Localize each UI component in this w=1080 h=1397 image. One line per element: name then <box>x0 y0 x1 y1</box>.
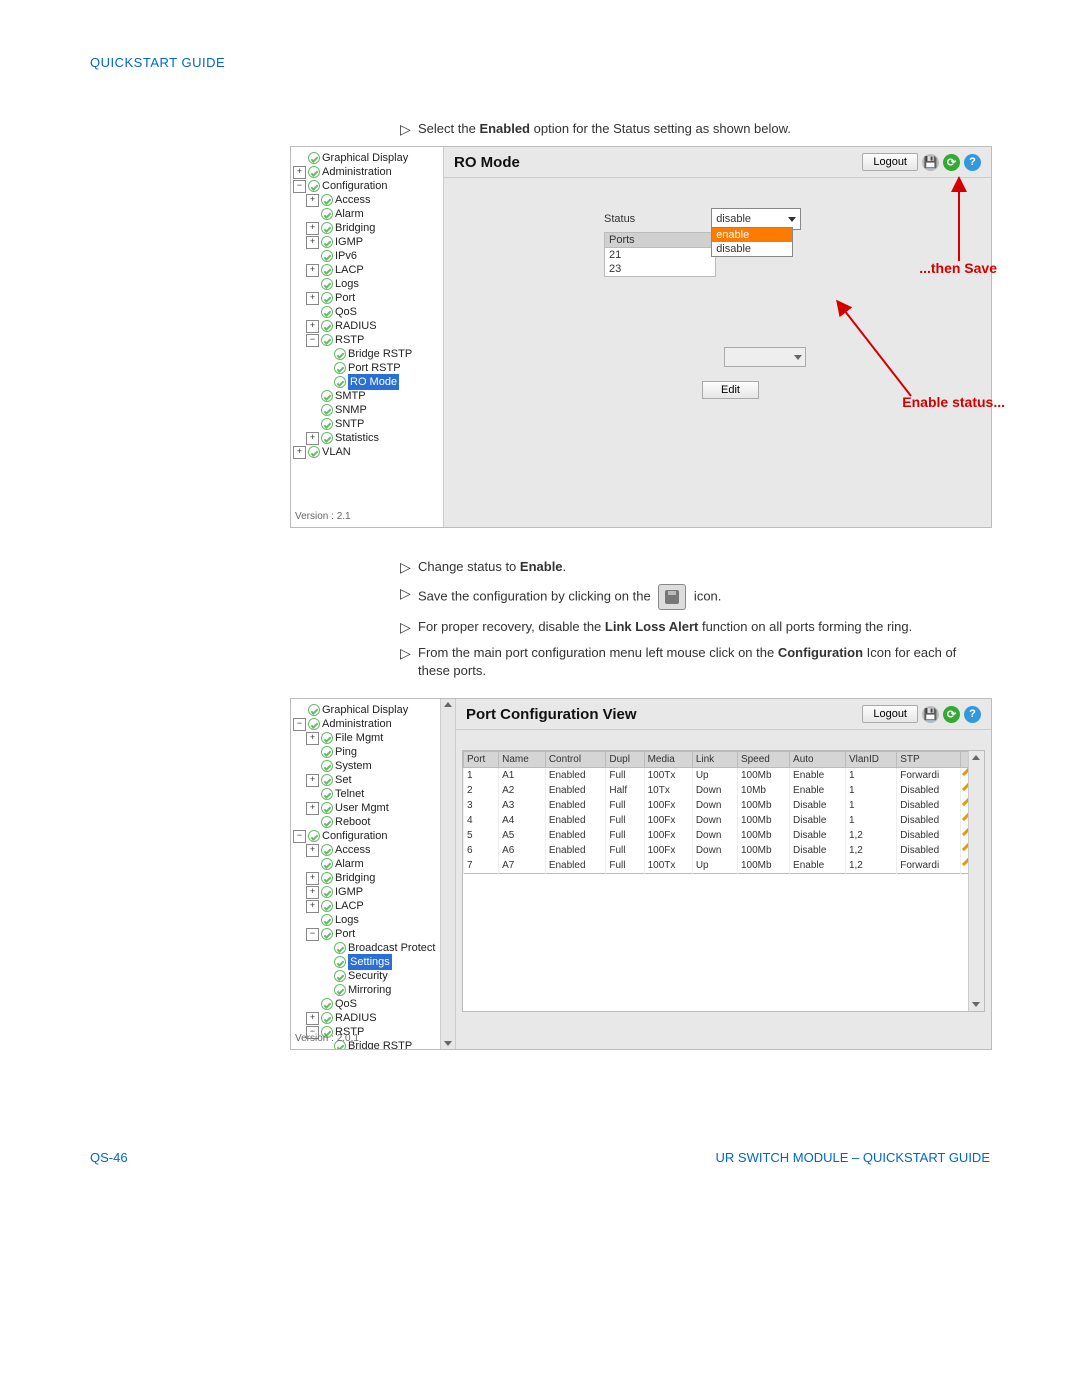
col-stp[interactable]: STP <box>897 752 961 768</box>
col-control[interactable]: Control <box>545 752 606 768</box>
scrollbar[interactable] <box>968 751 984 1011</box>
panel-title: Port Configuration View <box>466 706 637 723</box>
status-label: Status <box>604 213 635 225</box>
arrow-annotation <box>821 296 921 406</box>
instruction-2: ▷ Change status to Enable. <box>400 558 990 576</box>
triangle-icon: ▷ <box>400 644 418 662</box>
instruction-1: ▷ Select the Enabled option for the Stat… <box>400 120 990 138</box>
refresh-icon[interactable]: ⟳ <box>943 154 960 171</box>
instruction-3: ▷ Save the configuration by clicking on … <box>400 584 990 610</box>
triangle-icon: ▷ <box>400 120 418 138</box>
col-auto[interactable]: Auto <box>790 752 846 768</box>
refresh-icon[interactable]: ⟳ <box>943 706 960 723</box>
nav-ro-mode[interactable]: RO Mode <box>293 375 441 389</box>
option-disable[interactable]: disable <box>712 242 792 256</box>
triangle-icon: ▷ <box>400 618 418 636</box>
status-dropdown[interactable]: enable disable <box>711 227 793 257</box>
instruction-5: ▷ From the main port configuration menu … <box>400 644 990 680</box>
panel-title: RO Mode <box>454 154 520 171</box>
save-icon[interactable]: 💾 <box>922 154 939 171</box>
port-row: 23 <box>605 262 715 276</box>
port-row: 21 <box>605 248 715 262</box>
nav-settings[interactable]: Settings <box>293 955 441 969</box>
col-vlan[interactable]: VlanID <box>845 752 896 768</box>
edit-button[interactable]: Edit <box>702 381 759 399</box>
table-row[interactable]: 7A7EnabledFull100TxUp100MbEnable1,2Forwa… <box>464 858 984 874</box>
nav-tree[interactable]: Graphical Display −Administration +File … <box>291 699 456 1049</box>
status-select[interactable]: disable enable disable <box>711 208 801 230</box>
help-icon[interactable]: ? <box>964 706 981 723</box>
save-icon <box>658 584 686 610</box>
screenshot-ro-mode: Graphical Display +Administration −Confi… <box>290 146 992 528</box>
version-label: Version : 2.1 <box>295 509 351 525</box>
help-icon[interactable]: ? <box>964 154 981 171</box>
col-media[interactable]: Media <box>644 752 692 768</box>
secondary-select[interactable] <box>724 347 806 367</box>
annotation-enable: Enable status... <box>902 394 1005 410</box>
screenshot-port-config: Graphical Display −Administration +File … <box>290 698 992 1050</box>
ports-header: Ports <box>605 233 715 248</box>
instruction-4: ▷ For proper recovery, disable the Link … <box>400 618 990 636</box>
col-name[interactable]: Name <box>499 752 546 768</box>
logout-button[interactable]: Logout <box>862 153 918 171</box>
version-label: Version : 2.0.1 <box>295 1031 359 1047</box>
col-dupl[interactable]: Dupl <box>606 752 644 768</box>
table-row[interactable]: 4A4EnabledFull100FxDown100MbDisable1Disa… <box>464 813 984 828</box>
table-row[interactable]: 1A1EnabledFull100TxUp100MbEnable1Forward… <box>464 768 984 784</box>
col-speed[interactable]: Speed <box>737 752 789 768</box>
page-header: QUICKSTART GUIDE <box>90 55 990 70</box>
save-icon[interactable]: 💾 <box>922 706 939 723</box>
page-number: QS-46 <box>90 1150 128 1165</box>
logout-button[interactable]: Logout <box>862 705 918 723</box>
annotation-save: ...then Save <box>919 260 997 276</box>
triangle-icon: ▷ <box>400 558 418 576</box>
col-port[interactable]: Port <box>464 752 499 768</box>
scrollbar[interactable] <box>440 699 455 1049</box>
table-row[interactable]: 5A5EnabledFull100FxDown100MbDisable1,2Di… <box>464 828 984 843</box>
port-table: Port Name Control Dupl Media Link Speed … <box>462 750 985 1012</box>
table-row[interactable]: 6A6EnabledFull100FxDown100MbDisable1,2Di… <box>464 843 984 858</box>
table-row[interactable]: 3A3EnabledFull100FxDown100MbDisable1Disa… <box>464 798 984 813</box>
table-row[interactable]: 2A2EnabledHalf10TxDown10MbEnable1Disable… <box>464 783 984 798</box>
chevron-down-icon <box>788 217 796 222</box>
footer-title: UR SWITCH MODULE – QUICKSTART GUIDE <box>716 1150 990 1165</box>
triangle-icon: ▷ <box>400 584 418 602</box>
nav-tree[interactable]: Graphical Display +Administration −Confi… <box>291 147 444 527</box>
col-link[interactable]: Link <box>692 752 737 768</box>
option-enable[interactable]: enable <box>712 228 792 242</box>
